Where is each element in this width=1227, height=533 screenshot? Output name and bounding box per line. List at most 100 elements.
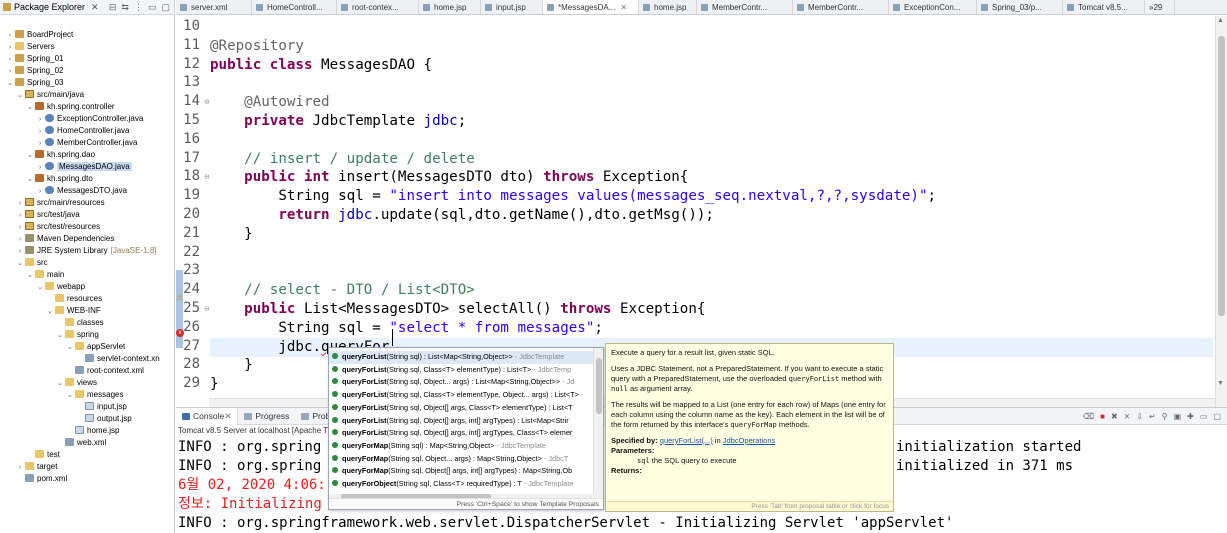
clear-console-icon[interactable]: ⌫ <box>1083 412 1094 421</box>
tree-item[interactable]: › src/test/resources <box>0 221 174 233</box>
tree-item[interactable]: › BoardProject <box>0 29 174 41</box>
proposal-item[interactable]: queryForList(String sql, Object[] args, … <box>329 427 593 440</box>
close-icon[interactable]: ✕ <box>620 0 627 14</box>
editor-tab[interactable]: input.jsp <box>481 0 543 14</box>
display-console-icon[interactable]: ▣ <box>1174 412 1182 421</box>
minimize-icon[interactable]: ▭ <box>148 2 157 13</box>
fold-toggle-icon[interactable]: ⊖ <box>204 173 210 181</box>
editor-tab[interactable]: HomeControll... <box>252 0 337 14</box>
tree-item[interactable]: ⌄ messages <box>0 389 174 401</box>
editor-tab[interactable]: home.jsp <box>419 0 481 14</box>
proposal-item[interactable]: queryForList(String sql, Object[] args, … <box>329 415 593 428</box>
scroll-down-icon[interactable]: ▼ <box>1217 380 1224 387</box>
proposal-item[interactable]: queryForList(String sql, Object[] args, … <box>329 402 593 415</box>
remove-all-icon[interactable]: ⨯ <box>1124 412 1131 421</box>
view-menu-icon[interactable]: ⋮ <box>134 2 143 13</box>
tree-item[interactable]: output.jsp <box>0 413 174 425</box>
tree-item[interactable]: › HomeController.java <box>0 125 174 137</box>
tree-item[interactable]: ⌄ kh.spring.dto <box>0 173 174 185</box>
tree-item[interactable]: › Servers <box>0 41 174 53</box>
console-icon <box>182 412 190 420</box>
tree-item[interactable]: › MessagesDTO.java <box>0 185 174 197</box>
tree-item[interactable]: › Spring_02 <box>0 65 174 77</box>
stop-icon[interactable]: ■ <box>1100 412 1105 421</box>
editor-tab[interactable]: Spring_03/p... <box>977 0 1063 14</box>
tree-item[interactable]: ⌄ webapp <box>0 281 174 293</box>
pin-icon[interactable]: ⚲ <box>1162 412 1168 421</box>
proposal-item[interactable]: queryForMap(String sql) : Map<String,Obj… <box>329 440 593 453</box>
tree-item[interactable]: ⌄ src/main/java <box>0 89 174 101</box>
tree-item[interactable]: ⌄ kh.spring.controller <box>0 101 174 113</box>
tree-item[interactable]: ⌄ appServlet <box>0 341 174 353</box>
javadoc-popup[interactable]: Execute a query for a result list, given… <box>605 343 894 512</box>
open-console-icon[interactable]: ✚ <box>1187 412 1194 421</box>
tree-item[interactable]: ⌄ main <box>0 269 174 281</box>
proposal-item[interactable]: queryForList(String sql, Object... args)… <box>329 376 593 389</box>
tree-item[interactable]: resources <box>0 293 174 305</box>
folder-icon <box>25 258 34 266</box>
tree-item[interactable]: input.jsp <box>0 401 174 413</box>
word-wrap-icon[interactable]: ↵ <box>1149 412 1156 421</box>
maximize-icon[interactable]: ▢ <box>1213 412 1221 421</box>
proposal-item[interactable]: queryForMap(String sql, Object... args) … <box>329 453 593 466</box>
tree-item[interactable]: › src/main/resources <box>0 197 174 209</box>
minimize-icon[interactable]: ▭ <box>1200 412 1208 421</box>
tree-item[interactable]: ⌄ kh.spring.dao <box>0 149 174 161</box>
editor-tab[interactable]: server.xml <box>176 0 252 14</box>
tree-item[interactable]: › MessagesDAO.java <box>0 161 174 173</box>
collapse-all-icon[interactable]: ⊟ <box>109 2 117 13</box>
editor-tab[interactable]: ExceptionCon... <box>889 0 977 14</box>
proposal-item[interactable]: queryForList(String sql, Class<T> elemen… <box>329 364 593 377</box>
close-icon[interactable]: ✕ <box>224 411 231 422</box>
editor-tab[interactable]: Tomcat v8.5... <box>1063 0 1145 14</box>
remove-launch-icon[interactable]: ✖ <box>1111 412 1118 421</box>
console-tab[interactable]: Console ✕ <box>176 407 239 425</box>
proposal-item[interactable]: queryForList(String sql, Class<T> elemen… <box>329 389 593 402</box>
link-editor-icon[interactable]: ⇆ <box>121 2 129 13</box>
proposal-item[interactable]: queryForObject(String sql, Class<T> requ… <box>329 478 593 491</box>
tree-item[interactable]: › JRE System Library [JavaSE-1.8] <box>0 245 174 257</box>
specified-by-link[interactable]: queryForList(...) <box>660 436 713 445</box>
tree-item[interactable]: › Spring_01 <box>0 53 174 65</box>
console-tab[interactable]: Progress <box>238 411 295 421</box>
tree-item[interactable]: web.xml <box>0 437 174 449</box>
proposal-item[interactable]: queryForList(String sql) : List<Map<Stri… <box>329 351 593 364</box>
editor-vertical-scrollbar[interactable]: ▲ ▼ <box>1215 16 1227 407</box>
tree-item[interactable]: › ExceptionController.java <box>0 113 174 125</box>
content-assist-popup[interactable]: queryForList(String sql) : List<Map<Stri… <box>328 347 604 510</box>
editor-tab[interactable]: MemberContr... <box>697 0 793 14</box>
scroll-lock-icon[interactable]: ⇩ <box>1136 412 1143 421</box>
tree-item[interactable]: classes <box>0 317 174 329</box>
editor-tab[interactable]: »29 <box>1145 0 1175 14</box>
proposal-scrollbar[interactable] <box>593 348 603 494</box>
editor-tab[interactable]: *MessagesDA... ✕ <box>543 0 639 14</box>
tree-item[interactable]: ⌄ src <box>0 257 174 269</box>
tree-item[interactable]: servlet-context.xn <box>0 353 174 365</box>
scroll-up-icon[interactable]: ▲ <box>1217 17 1224 24</box>
tree-item[interactable]: › target <box>0 461 174 473</box>
text-cursor <box>392 329 393 346</box>
tree-item[interactable]: root-context.xml <box>0 365 174 377</box>
tree-item[interactable]: ⌄ views <box>0 377 174 389</box>
tree-item[interactable]: ⌄ WEB-INF <box>0 305 174 317</box>
tree-item[interactable]: › MemberController.java <box>0 137 174 149</box>
proposal-scroll-thumb[interactable] <box>596 358 602 414</box>
tree-item[interactable]: home.jsp <box>0 425 174 437</box>
maximize-icon[interactable]: ▢ <box>161 2 170 13</box>
tree-item[interactable]: pom.xml <box>0 473 174 485</box>
fold-toggle-icon[interactable]: ⊖ <box>204 305 210 313</box>
proposal-item[interactable]: queryForMap(String sql, Object[] args, i… <box>329 465 593 478</box>
close-icon[interactable]: ✕ <box>91 2 99 13</box>
tree-item[interactable]: › src/test/java <box>0 209 174 221</box>
interface-link[interactable]: JdbcOperations <box>723 436 776 445</box>
editor-tab[interactable]: home.jsp <box>639 0 697 14</box>
tree-item[interactable]: › Maven Dependencies <box>0 233 174 245</box>
tree-item[interactable]: ⌄ spring <box>0 329 174 341</box>
editor-tab[interactable]: MemberContr... <box>793 0 889 14</box>
fold-toggle-icon[interactable]: ⊖ <box>204 98 210 106</box>
tree-item[interactable]: ⌄ Spring_03 <box>0 77 174 89</box>
line-number: 22 <box>183 243 200 260</box>
tree-item[interactable]: test <box>0 449 174 461</box>
editor-tab[interactable]: root-contex... <box>337 0 419 14</box>
editor-scroll-thumb[interactable] <box>1218 36 1225 316</box>
